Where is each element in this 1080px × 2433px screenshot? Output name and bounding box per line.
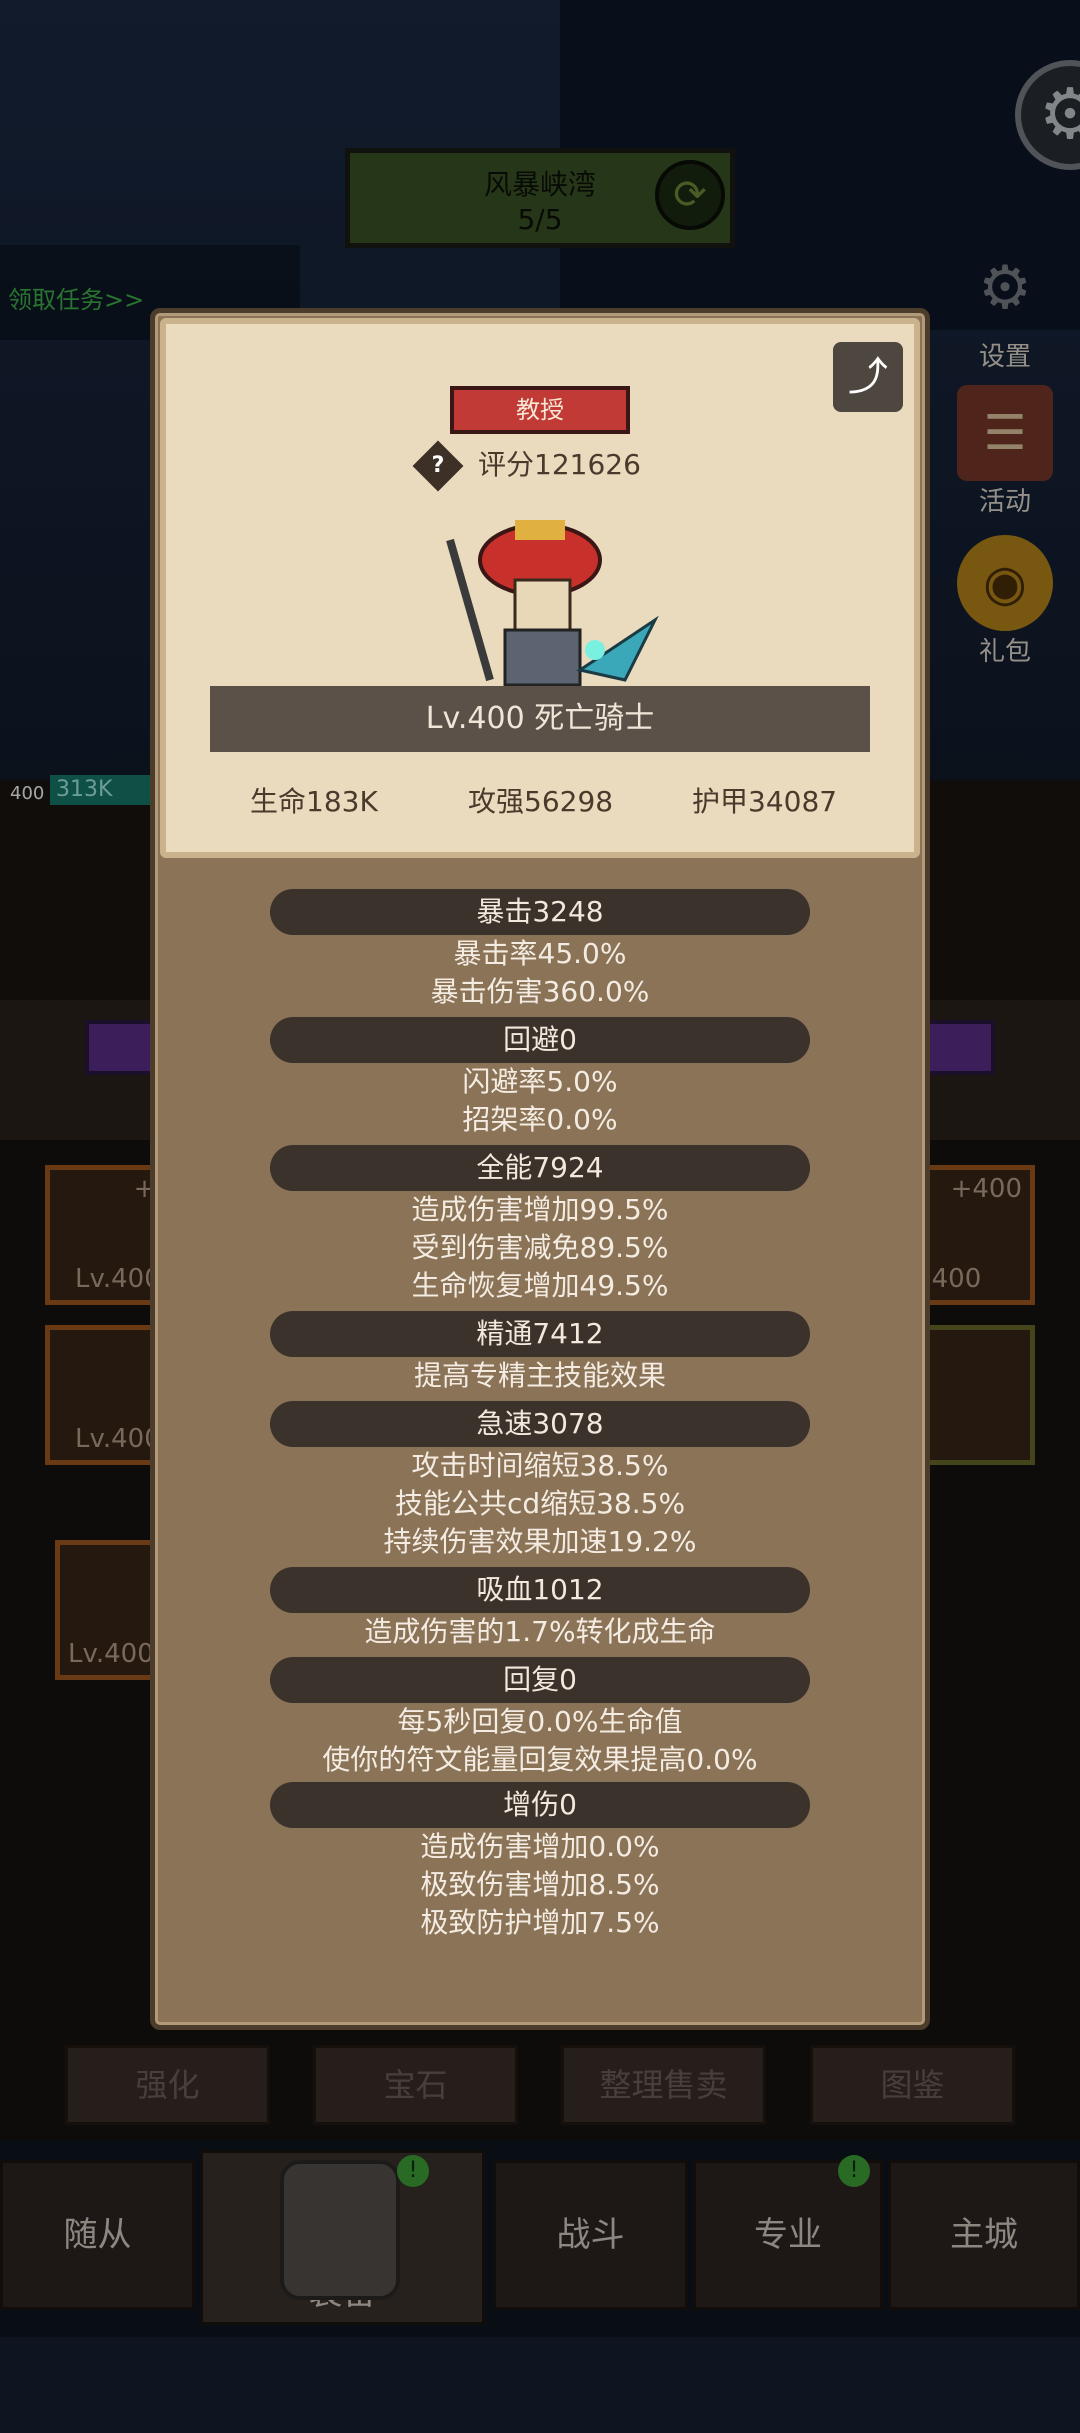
stat-header-evasion: 回避0 bbox=[270, 1017, 810, 1063]
stat-header-versatility: 全能7924 bbox=[270, 1145, 810, 1191]
stat-line: 技能公共cd缩短38.5% bbox=[394, 1487, 686, 1520]
stat-line: 闪避率5.0% bbox=[462, 1065, 618, 1098]
stat-line: 生命恢复增加49.5% bbox=[411, 1269, 669, 1302]
stat-header-crit: 暴击3248 bbox=[270, 889, 810, 935]
stat-line: 造成伤害增加0.0% bbox=[420, 1830, 660, 1863]
stat-line: 造成伤害增加99.5% bbox=[411, 1193, 669, 1226]
stat-header-lifesteal: 吸血1012 bbox=[270, 1567, 810, 1613]
stat-line: 使你的符文能量回复效果提高0.0% bbox=[322, 1743, 758, 1776]
hero-title-badge: 教授 bbox=[450, 386, 630, 434]
hero-armor: 护甲34087 bbox=[692, 785, 838, 818]
stat-line: 提高专精主技能效果 bbox=[413, 1359, 666, 1392]
stat-line: 每5秒回复0.0%生命值 bbox=[397, 1705, 683, 1738]
stat-line: 造成伤害的1.7%转化成生命 bbox=[364, 1615, 716, 1648]
stat-line: 暴击率45.0% bbox=[453, 937, 627, 970]
stat-line: 持续伤害效果加速19.2% bbox=[383, 1525, 697, 1558]
stat-line: 极致防护增加7.5% bbox=[420, 1906, 660, 1939]
stat-header-haste: 急速3078 bbox=[270, 1401, 810, 1447]
hero-attack: 攻强56298 bbox=[468, 785, 614, 818]
stat-header-mastery: 精通7412 bbox=[270, 1311, 810, 1357]
stat-line: 攻击时间缩短38.5% bbox=[411, 1449, 669, 1482]
hero-score: 评分121626 bbox=[478, 448, 641, 481]
stat-line: 受到伤害减免89.5% bbox=[411, 1231, 669, 1264]
stat-line: 暴击伤害360.0% bbox=[430, 975, 650, 1008]
hero-hp: 生命183K bbox=[250, 785, 378, 818]
stat-line: 极致伤害增加8.5% bbox=[420, 1868, 660, 1901]
share-icon[interactable]: ⤴ bbox=[833, 342, 903, 412]
help-icon[interactable]: ? bbox=[412, 440, 464, 492]
score-row: ? 评分121626 bbox=[412, 440, 641, 492]
stat-header-regen: 回复0 bbox=[270, 1657, 810, 1703]
hero-name-bar: Lv.400 死亡骑士 bbox=[210, 686, 870, 752]
stat-header-damage-bonus: 增伤0 bbox=[270, 1782, 810, 1828]
stat-line: 招架率0.0% bbox=[462, 1103, 618, 1136]
